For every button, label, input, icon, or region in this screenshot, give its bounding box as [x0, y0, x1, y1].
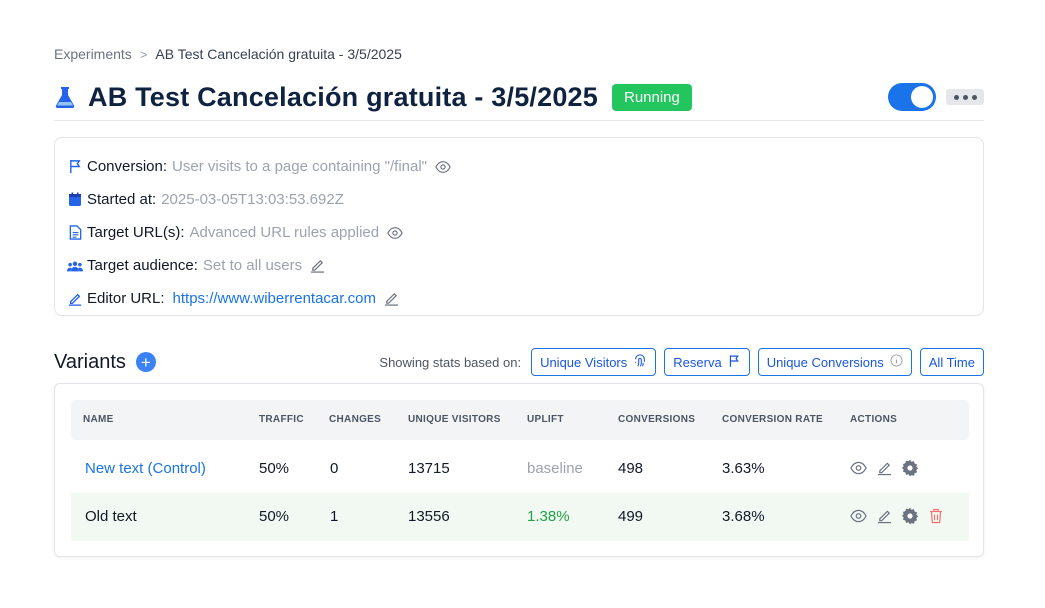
- pencil-icon[interactable]: [875, 506, 893, 526]
- conversion-type-filter-label: Unique Conversions: [766, 354, 884, 370]
- page-title: AB Test Cancelación gratuita - 3/5/2025: [88, 81, 598, 112]
- toggle-knob: [911, 86, 933, 108]
- table-row: Old text 50% 1 13556 1.38% 499 3.68%: [71, 493, 969, 541]
- variant-traffic: 50%: [259, 460, 290, 477]
- stats-controls: Showing stats based on: Unique Visitors …: [379, 348, 984, 376]
- metric-filter-button[interactable]: Unique Visitors: [531, 348, 657, 376]
- chevron-right-icon: >: [139, 46, 148, 62]
- editor-url-label: Editor URL:: [87, 290, 165, 307]
- fingerprint-icon: [633, 353, 647, 371]
- table-header: NAME TRAFFIC CHANGES UNIQUE VISITORS UPL…: [71, 400, 969, 440]
- variant-uplift: 1.38%: [527, 508, 570, 525]
- trash-icon[interactable]: [927, 506, 945, 526]
- eye-icon[interactable]: [849, 458, 867, 478]
- column-header-conversion-rate: CONVERSION RATE: [722, 414, 823, 425]
- flag-icon: [67, 159, 83, 175]
- eye-icon[interactable]: [387, 225, 403, 241]
- more-options-button[interactable]: [946, 89, 984, 105]
- variant-unique-visitors: 13715: [408, 460, 450, 477]
- goal-filter-label: Reserva: [673, 354, 722, 370]
- pencil-icon: [67, 291, 83, 307]
- pencil-icon[interactable]: [310, 258, 326, 274]
- variant-unique-visitors: 13556: [408, 508, 450, 525]
- title-row: AB Test Cancelación gratuita - 3/5/2025 …: [54, 80, 984, 114]
- title-actions: [888, 83, 984, 111]
- experiment-info-card: Conversion: User visits to a page contai…: [54, 137, 984, 316]
- info-started: Started at: 2025-03-05T13:03:53.692Z: [67, 183, 971, 216]
- stats-label: Showing stats based on:: [379, 354, 522, 370]
- variant-conversions: 499: [618, 508, 644, 525]
- column-header-actions: ACTIONS: [850, 414, 898, 425]
- eye-icon[interactable]: [849, 506, 867, 526]
- time-range-filter-button[interactable]: All Time: [919, 348, 984, 376]
- ellipsis-dot: [971, 94, 977, 100]
- variant-conversion-rate: 3.68%: [722, 508, 765, 525]
- column-header-uplift: UPLIFT: [527, 414, 564, 425]
- metric-filter-label: Unique Visitors: [540, 354, 628, 370]
- pencil-icon[interactable]: [875, 458, 893, 478]
- calendar-icon: [67, 192, 83, 208]
- audience-label: Target audience:: [87, 257, 198, 274]
- variant-changes: 0: [330, 460, 339, 477]
- conversion-value: User visits to a page containing "/final…: [172, 158, 427, 175]
- info-icon: [890, 354, 903, 370]
- status-badge: Running: [611, 83, 692, 111]
- variants-title: Variants: [54, 350, 126, 373]
- breadcrumb-current: AB Test Cancelación gratuita - 3/5/2025: [155, 46, 402, 62]
- variant-traffic: 50%: [259, 508, 290, 525]
- time-range-filter-label: All Time: [928, 354, 975, 370]
- column-header-conversions: CONVERSIONS: [618, 414, 696, 425]
- plus-icon: +: [140, 352, 151, 372]
- info-audience: Target audience: Set to all users: [67, 249, 971, 282]
- variants-table: NAME TRAFFIC CHANGES UNIQUE VISITORS UPL…: [54, 383, 984, 557]
- variant-conversion-rate: 3.63%: [722, 460, 765, 477]
- conversion-type-filter-button[interactable]: Unique Conversions: [757, 348, 912, 376]
- row-actions: [849, 458, 919, 478]
- table-row: New text (Control) 50% 0 13715 baseline …: [71, 445, 969, 493]
- audience-value: Set to all users: [202, 257, 303, 274]
- pencil-icon[interactable]: [384, 291, 400, 307]
- variants-header: Variants + Showing stats based on: Uniqu…: [54, 348, 984, 376]
- add-variant-button[interactable]: +: [135, 352, 156, 372]
- breadcrumb-experiments-link[interactable]: Experiments: [54, 46, 132, 62]
- users-icon: [67, 258, 83, 274]
- info-editor-url: Editor URL: https://www.wiberrentacar.co…: [67, 282, 971, 315]
- flask-icon: [54, 85, 76, 109]
- editor-url-link[interactable]: https://www.wiberrentacar.com: [173, 290, 376, 307]
- ellipsis-icon: [953, 94, 959, 100]
- target-url-value: Advanced URL rules applied: [189, 224, 380, 241]
- column-header-traffic: TRAFFIC: [259, 414, 304, 425]
- gear-icon[interactable]: [901, 506, 919, 526]
- variant-uplift: baseline: [527, 460, 583, 477]
- conversion-label: Conversion:: [87, 158, 168, 175]
- row-actions: [849, 506, 945, 526]
- ellipsis-dot: [962, 94, 968, 100]
- info-conversion: Conversion: User visits to a page contai…: [67, 150, 971, 183]
- started-label: Started at:: [87, 191, 157, 208]
- title-divider: [54, 120, 984, 121]
- breadcrumb: Experiments > AB Test Cancelación gratui…: [54, 46, 402, 62]
- info-target-url: Target URL(s): Advanced URL rules applie…: [67, 216, 971, 249]
- target-url-label: Target URL(s):: [87, 224, 185, 241]
- column-header-unique-visitors: UNIQUE VISITORS: [408, 414, 501, 425]
- variant-conversions: 498: [618, 460, 644, 477]
- started-value: 2025-03-05T13:03:53.692Z: [161, 191, 344, 208]
- column-header-name: NAME: [83, 414, 114, 425]
- eye-icon[interactable]: [435, 159, 451, 175]
- variant-changes: 1: [330, 508, 339, 525]
- document-icon: [67, 225, 83, 241]
- variant-name[interactable]: Old text: [85, 508, 137, 525]
- goal-filter-button[interactable]: Reserva: [664, 348, 750, 376]
- gear-icon[interactable]: [901, 458, 919, 478]
- flag-icon: [728, 354, 741, 371]
- experiment-toggle[interactable]: [888, 83, 936, 111]
- column-header-changes: CHANGES: [329, 414, 382, 425]
- variant-name-link[interactable]: New text (Control): [85, 460, 206, 477]
